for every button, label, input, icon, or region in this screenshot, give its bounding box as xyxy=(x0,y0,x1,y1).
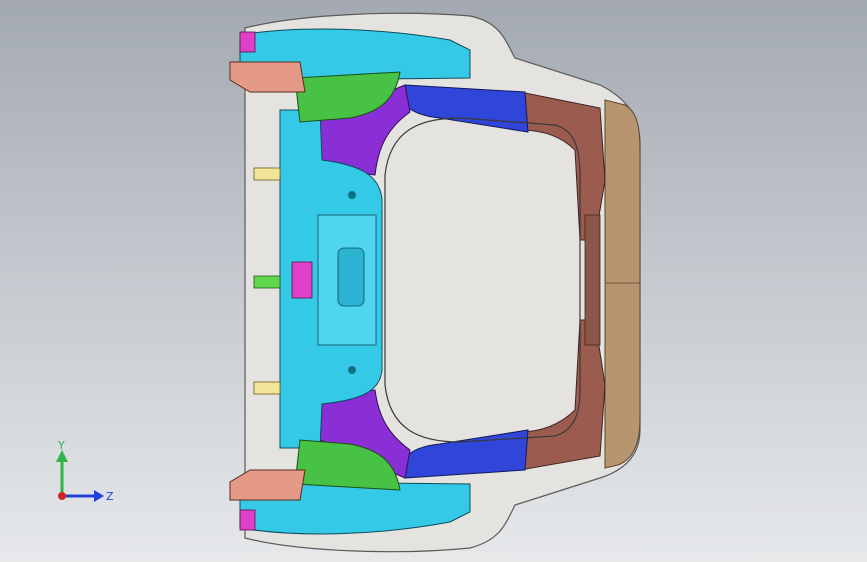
mount-bracket-upper xyxy=(229,61,306,93)
crossmember-hole xyxy=(348,366,356,374)
mount-stud xyxy=(253,167,281,181)
crossmember-hole xyxy=(348,191,356,199)
mount-stud xyxy=(253,381,281,395)
z-axis-label: Z xyxy=(106,490,114,503)
crossmember-slot xyxy=(337,247,365,307)
bracket-top-left xyxy=(239,31,256,53)
graphics-viewport[interactable]: Y Z xyxy=(0,0,867,562)
bracket-bottom-left xyxy=(239,509,256,531)
z-axis-arrowhead xyxy=(94,490,104,502)
bracket-centre xyxy=(291,261,313,299)
coordinate-triad[interactable]: Y Z xyxy=(46,440,116,510)
rear-panel xyxy=(604,99,641,469)
x-axis-dot xyxy=(58,492,66,500)
rear-crossbar xyxy=(584,214,601,346)
cad-assembly-model[interactable] xyxy=(0,0,867,562)
mount-bracket-lower xyxy=(229,469,306,501)
mount-stud xyxy=(253,275,281,289)
y-axis-label: Y xyxy=(57,440,65,452)
